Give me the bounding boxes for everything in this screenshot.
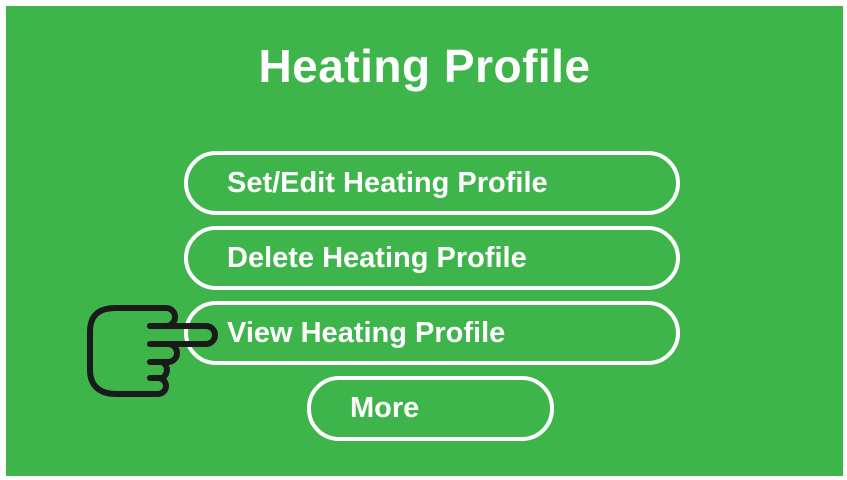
delete-heating-profile-button[interactable]: Delete Heating Profile (184, 226, 680, 290)
button-label: More (350, 392, 420, 424)
set-edit-heating-profile-button[interactable]: Set/Edit Heating Profile (184, 151, 680, 215)
pointing-hand-icon (87, 305, 218, 397)
heating-profile-screen: Heating Profile Set/Edit Heating Profile… (6, 6, 843, 476)
page-title: Heating Profile (258, 40, 591, 92)
view-heating-profile-button[interactable]: View Heating Profile (184, 301, 680, 365)
more-button[interactable]: More (307, 376, 554, 441)
button-label: Delete Heating Profile (227, 241, 527, 274)
button-label: View Heating Profile (227, 316, 506, 349)
button-label: Set/Edit Heating Profile (227, 166, 548, 199)
